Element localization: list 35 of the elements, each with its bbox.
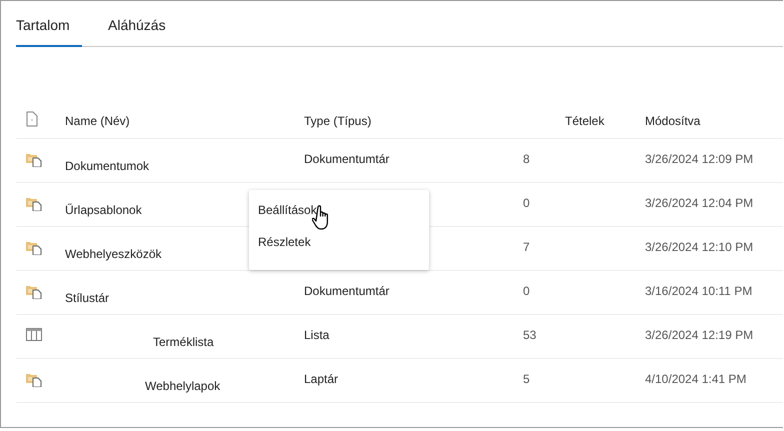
library-name-link[interactable]: Stílustár <box>65 271 304 314</box>
tab[interactable]: Aláhúzás <box>108 15 166 47</box>
table-cell: Laptár <box>304 372 338 386</box>
table-cell: Dokumentumtár <box>304 284 390 298</box>
table-cell-text: 53 <box>523 327 538 344</box>
column-header[interactable]: Type (Típus) <box>304 114 523 128</box>
table-cell-text: 8 <box>523 151 531 168</box>
table-icon <box>26 328 42 341</box>
column-header[interactable]: Módosítva <box>645 114 783 128</box>
table-cell-text: 3/26/2024 12:19 PM <box>645 327 754 344</box>
column-header[interactable]: Tételek <box>523 114 645 128</box>
library-icon <box>26 372 42 387</box>
table-cell-text: 5 <box>523 371 531 388</box>
library-icon <box>26 240 42 255</box>
table-cell-text: 3/16/2024 10:11 PM <box>645 283 754 300</box>
table-cell-text: 0 <box>523 283 531 300</box>
table-cell-text: 4/10/2024 1:41 PM <box>645 371 748 388</box>
table-cell: Dokumentumtár <box>304 152 390 166</box>
tab[interactable]: Tartalom <box>16 15 82 47</box>
table-cell: Lista <box>304 328 330 342</box>
library-icon <box>26 284 42 299</box>
table-cell-text: 3/26/2024 12:10 PM <box>645 239 754 256</box>
menu-item[interactable]: Részletek <box>249 230 429 262</box>
library-name-link[interactable]: Webhelylapok <box>65 359 304 402</box>
library-icon <box>26 196 42 211</box>
table-cell-text: 0 <box>523 195 531 212</box>
file-icon <box>26 111 38 127</box>
table-cell-text: 3/26/2024 12:09 PM <box>645 151 754 168</box>
column-header[interactable]: Name (Név) <box>65 114 304 128</box>
table-cell-text: 7 <box>523 239 531 256</box>
library-name-link[interactable]: Dokumentumok <box>65 139 304 182</box>
table-cell-text: 3/26/2024 12:04 PM <box>645 195 754 212</box>
library-name-link[interactable]: Terméklista <box>65 315 304 358</box>
menu-item[interactable]: Beállítások <box>249 198 429 230</box>
library-icon <box>26 152 42 167</box>
